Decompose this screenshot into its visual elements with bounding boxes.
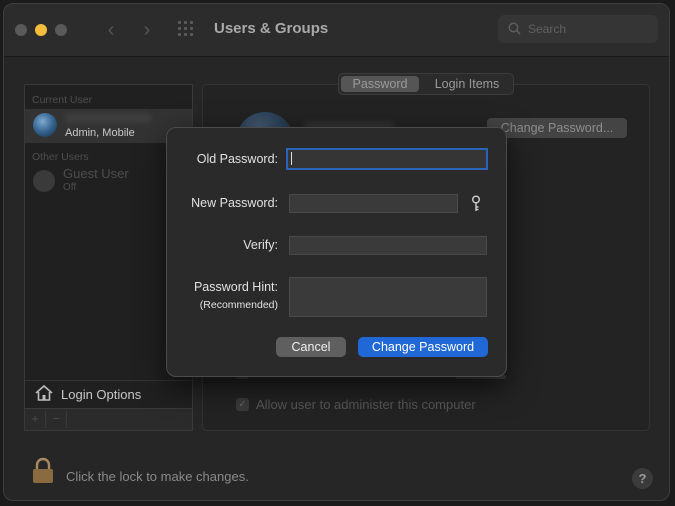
window-title: Users & Groups xyxy=(214,20,329,37)
add-user-button[interactable]: + xyxy=(25,411,46,428)
zoom-window-button[interactable] xyxy=(55,24,67,36)
search-icon xyxy=(508,22,521,35)
show-all-grid-icon[interactable] xyxy=(178,21,196,39)
search-field[interactable]: Search xyxy=(498,15,658,43)
password-hint-label: Password Hint: xyxy=(193,280,278,294)
tab-segmented-control: Password Login Items xyxy=(338,73,514,95)
remove-user-button[interactable]: − xyxy=(46,411,67,428)
cancel-button[interactable]: Cancel xyxy=(276,337,346,357)
guest-user-name[interactable]: Guest User xyxy=(63,166,129,181)
change-password-dialog: Old Password: New Password: Verify: Pass… xyxy=(166,127,507,377)
guest-user-status: Off xyxy=(63,182,77,193)
change-password-button[interactable]: Change Password... xyxy=(487,118,627,138)
close-window-button[interactable] xyxy=(15,24,27,36)
new-password-label: New Password: xyxy=(191,196,278,210)
admin-checkbox[interactable]: ✓ xyxy=(236,398,249,411)
title-bar: ‹ › Users & Groups Search xyxy=(4,4,669,57)
verify-field[interactable] xyxy=(289,236,487,255)
user-role: Admin, Mobile xyxy=(65,127,135,139)
change-password-confirm-button[interactable]: Change Password xyxy=(358,337,488,357)
user-avatar xyxy=(33,113,57,137)
login-options-item[interactable]: Login Options xyxy=(25,380,192,407)
other-users-header: Other Users xyxy=(32,151,89,163)
back-icon[interactable]: ‹ xyxy=(100,18,122,42)
old-password-label: Old Password: xyxy=(196,152,278,166)
lock-icon[interactable] xyxy=(31,457,55,485)
forward-icon[interactable]: › xyxy=(136,18,158,42)
redacted-user-name xyxy=(65,113,151,123)
key-icon[interactable] xyxy=(471,195,481,212)
tab-password[interactable]: Password xyxy=(341,76,419,92)
password-hint-recommended: (Recommended) xyxy=(199,299,278,311)
guest-avatar xyxy=(33,170,55,192)
house-icon xyxy=(35,384,53,401)
text-cursor xyxy=(291,152,292,165)
current-user-header: Current User xyxy=(32,94,93,106)
verify-label: Verify: xyxy=(243,238,278,252)
add-remove-bar: + − xyxy=(24,409,193,431)
tab-login-items[interactable]: Login Items xyxy=(423,76,511,92)
password-hint-field[interactable] xyxy=(289,277,487,317)
search-placeholder: Search xyxy=(528,22,567,36)
minimize-window-button[interactable] xyxy=(35,24,47,36)
admin-checkbox-label: Allow user to administer this computer xyxy=(256,397,476,412)
old-password-field[interactable] xyxy=(286,148,488,170)
login-options-label: Login Options xyxy=(61,387,142,402)
lock-text: Click the lock to make changes. xyxy=(66,469,249,484)
help-button[interactable]: ? xyxy=(632,468,653,489)
new-password-field[interactable] xyxy=(289,194,458,213)
